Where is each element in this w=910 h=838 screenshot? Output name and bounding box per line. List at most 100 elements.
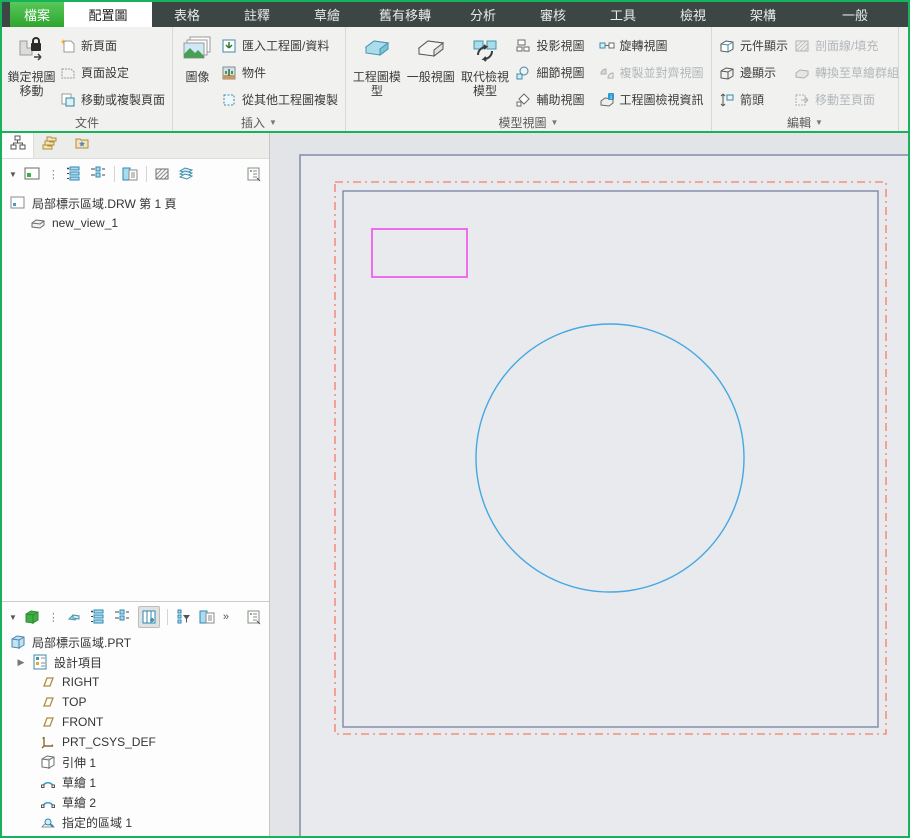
edge-display-label: 邊顯示 — [740, 64, 776, 81]
model-tree-options-dropdown-icon[interactable]: ▼ — [9, 613, 17, 622]
insert-dropdown-icon: ▼ — [269, 118, 277, 127]
model-tree-tab[interactable] — [2, 133, 34, 158]
tree-row-design-items[interactable]: ▶ 設計項目 — [2, 652, 269, 672]
image-button[interactable]: 圖像 — [177, 29, 218, 113]
arrows-button[interactable]: 箭頭 — [716, 86, 791, 113]
tree-toolbar-kebab-icon[interactable]: ⋮ — [48, 168, 59, 181]
tab-general[interactable]: 一般 — [820, 2, 890, 27]
tree-filter-icon[interactable] — [175, 609, 192, 626]
graphics-area[interactable] — [270, 133, 908, 836]
auxiliary-view-label: 輔助視圖 — [536, 91, 584, 108]
copy-from-other-drawing-icon — [221, 92, 237, 108]
model-tree-kebab-icon[interactable]: ⋮ — [48, 611, 59, 624]
edit-group-label[interactable]: 編輯▼ — [716, 114, 894, 131]
replace-view-model-label: 取代檢視模型 — [458, 70, 513, 98]
sketch-2-label: 草繪 2 — [62, 794, 96, 811]
general-view-button[interactable]: 一般視圖 — [404, 29, 458, 113]
convert-to-sketch-group-label: 轉換至草繪群組 — [815, 64, 899, 81]
expander-icon[interactable]: ▶ — [16, 657, 26, 668]
drawing-models-button[interactable]: 工程圖模型 — [350, 29, 404, 113]
tree-row-part[interactable]: 局部標示區域.PRT — [2, 632, 269, 652]
layers-icon[interactable] — [178, 166, 195, 183]
tab-layout[interactable]: 配置圖 — [64, 2, 152, 27]
tab-analysis[interactable]: 分析 — [448, 2, 518, 27]
edit-dropdown-icon: ▼ — [815, 118, 823, 127]
replace-view-model-button[interactable]: 取代檢視模型 — [458, 29, 513, 113]
lock-view-move-button[interactable]: 鎖定視圖移動 — [6, 29, 57, 113]
copy-from-other-drawing-button[interactable]: 從其他工程圖複製 — [218, 86, 341, 113]
revolved-view-button[interactable]: 旋轉視圖 — [596, 32, 707, 59]
tab-annotate[interactable]: 註釋 — [222, 2, 292, 27]
tree-row-drawing-sheet[interactable]: 局部標示區域.DRW 第 1 頁 — [2, 193, 269, 213]
model-views-group-label[interactable]: 模型視圖▼ — [350, 114, 707, 131]
projection-view-button[interactable]: 投影視圖 — [512, 32, 595, 59]
convert-to-sketch-group-button[interactable]: 轉換至草繪群組 — [791, 59, 895, 86]
page-setup-icon — [60, 65, 76, 81]
tab-table[interactable]: 表格 — [152, 2, 222, 27]
folder-stack-icon — [42, 135, 58, 156]
tab-legacy-migration[interactable]: 舊有移轉 — [362, 2, 448, 27]
show-columns-icon[interactable] — [138, 606, 160, 628]
collapse-all-icon[interactable] — [90, 166, 107, 183]
tab-file[interactable]: 檔案 — [10, 2, 64, 27]
tab-tools[interactable]: 工具 — [588, 2, 658, 27]
toolbar-overflow-icon[interactable]: » — [223, 611, 229, 623]
sketch-icon — [40, 774, 56, 790]
component-display-button[interactable]: 元件顯示 — [716, 32, 791, 59]
favorites-tab[interactable] — [66, 133, 98, 158]
copy-and-align-view-button[interactable]: 複製並對齊視圖 — [596, 59, 707, 86]
tab-sketch[interactable]: 草繪 — [292, 2, 362, 27]
drawing-view-info-icon: i — [599, 92, 615, 108]
move-or-copy-sheet-icon — [60, 92, 76, 108]
active-window-icon[interactable] — [24, 166, 41, 183]
ribbon-group-document: 鎖定視圖移動 新頁面 — [2, 27, 173, 131]
tab-review[interactable]: 審核 — [518, 2, 588, 27]
tree-row-extrude-1[interactable]: 引伸 1 — [2, 752, 269, 772]
tree-row-specified-area-1[interactable]: 指定的區域 1 — [2, 812, 269, 832]
move-or-copy-sheet-button[interactable]: 移動或複製頁面 — [57, 86, 168, 113]
tree-columns-icon[interactable] — [199, 609, 216, 626]
tree-row-plane-right[interactable]: RIGHT — [2, 672, 269, 692]
drawing-view-info-button[interactable]: i 工程圖檢視資訊 — [596, 86, 707, 113]
edge-display-button[interactable]: 邊顯示 — [716, 59, 791, 86]
page-setup-button[interactable]: 頁面設定 — [57, 59, 168, 86]
model-tree-settings-icon[interactable] — [245, 609, 262, 626]
auxiliary-view-icon — [515, 92, 531, 108]
tree-row-plane-front[interactable]: FRONT — [2, 712, 269, 732]
drawing-models-label: 工程圖模型 — [350, 70, 404, 98]
view-manager-icon[interactable] — [66, 609, 83, 626]
tree-options-dropdown-icon[interactable]: ▼ — [9, 170, 17, 179]
ribbon: 鎖定視圖移動 新頁面 — [2, 27, 908, 131]
detailed-view-button[interactable]: 細節視圖 — [512, 59, 595, 86]
svg-text:i: i — [610, 95, 611, 101]
extrude-1-label: 引伸 1 — [62, 754, 96, 771]
plane-right-label: RIGHT — [62, 675, 99, 689]
active-model-icon[interactable] — [24, 609, 41, 626]
tree-row-sketch-1[interactable]: 草繪 1 — [2, 772, 269, 792]
model-tree-toolbar: ▼ ⋮ — [2, 602, 269, 632]
expand-all-icon[interactable] — [90, 609, 107, 626]
hatching-fill-label: 剖面線/填充 — [815, 37, 878, 54]
hatching-fill-button[interactable]: 剖面線/填充 — [791, 32, 895, 59]
move-to-sheet-button[interactable]: 移動至頁面 — [791, 86, 895, 113]
sketch-1-label: 草繪 1 — [62, 774, 96, 791]
tree-row-view[interactable]: new_view_1 — [2, 213, 269, 233]
tab-framework[interactable]: 架構 — [728, 2, 798, 27]
new-sheet-button[interactable]: 新頁面 — [57, 32, 168, 59]
import-drawing-data-button[interactable]: 匯入工程圖/資料 — [218, 32, 341, 59]
insert-group-label[interactable]: 插入▼ — [177, 114, 341, 131]
tree-row-plane-top[interactable]: TOP — [2, 692, 269, 712]
ribbon-filler — [899, 27, 908, 131]
tree-row-csys[interactable]: PRT_CSYS_DEF — [2, 732, 269, 752]
tree-columns-icon[interactable] — [122, 166, 139, 183]
auxiliary-view-button[interactable]: 輔助視圖 — [512, 86, 595, 113]
tree-settings-icon[interactable] — [245, 166, 262, 183]
expand-all-icon[interactable] — [66, 166, 83, 183]
tree-row-sketch-2[interactable]: 草繪 2 — [2, 792, 269, 812]
hatch-display-icon[interactable] — [154, 166, 171, 183]
arrows-label: 箭頭 — [740, 91, 764, 108]
collapse-all-icon[interactable] — [114, 609, 131, 626]
object-button[interactable]: 物件 — [218, 59, 341, 86]
folder-browser-tab[interactable] — [34, 133, 66, 158]
tab-view[interactable]: 檢視 — [658, 2, 728, 27]
